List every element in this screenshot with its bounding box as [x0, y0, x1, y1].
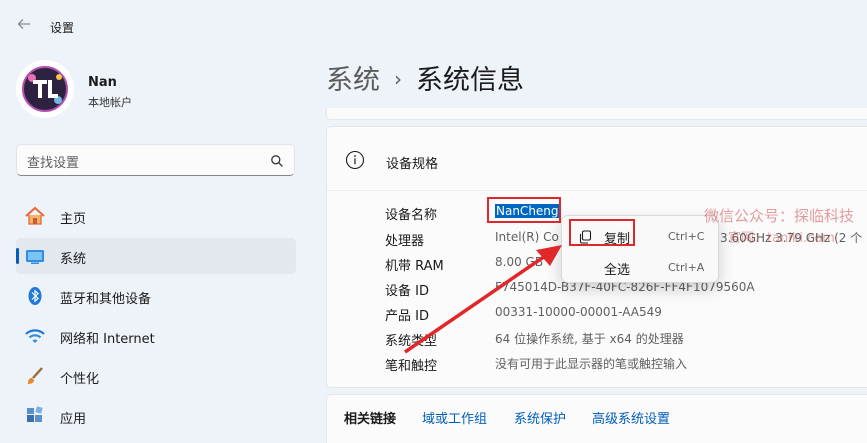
sidebar-nav: 主页 系统 蓝牙和其他设备 网络和 Internet 个性化 应用: [16, 198, 296, 438]
spec-row-system-type: 系统类型 64 位操作系统, 基于 x64 的处理器: [385, 330, 865, 354]
link-domain-workgroup[interactable]: 域或工作组: [422, 408, 487, 427]
page-title: 系统信息: [416, 65, 524, 96]
user-name: Nan: [88, 75, 117, 90]
spec-value-ram[interactable]: 8.00 GB: [495, 255, 543, 269]
home-icon: [24, 206, 46, 226]
context-menu-shortcut: Ctrl+C: [668, 230, 705, 243]
device-specs-title: 设备规格: [386, 157, 439, 172]
breadcrumb: 系统 › 系统信息: [326, 58, 524, 97]
avatar[interactable]: [16, 60, 74, 118]
search-icon[interactable]: [270, 153, 284, 167]
annotation-copy-box: [569, 219, 635, 246]
related-links-bar: 相关链接 域或工作组 系统保护 高级系统设置: [326, 394, 867, 443]
search-input[interactable]: 查找设置: [16, 144, 295, 176]
user-profile[interactable]: Nan 本地帐户: [16, 60, 276, 120]
spec-label: 产品 ID: [385, 309, 429, 324]
apps-icon: [24, 406, 46, 426]
annotation-highlight-box: [487, 197, 561, 223]
link-advanced-system-settings[interactable]: 高级系统设置: [592, 408, 670, 427]
sidebar-item-label: 网络和 Internet: [60, 332, 155, 347]
spec-label: 机带 RAM: [385, 259, 444, 274]
link-system-protection[interactable]: 系统保护: [514, 408, 566, 427]
title-bar: 设置: [0, 0, 867, 52]
spec-value-system-type[interactable]: 64 位操作系统, 基于 x64 的处理器: [495, 330, 684, 347]
sidebar-item-bluetooth[interactable]: 蓝牙和其他设备: [16, 278, 296, 314]
context-menu-label: 全选: [604, 263, 631, 278]
previous-card-edge: [326, 108, 867, 120]
breadcrumb-parent[interactable]: 系统: [326, 65, 380, 96]
spec-label: 设备 ID: [385, 284, 429, 299]
spec-value-product-id[interactable]: 00331-10000-00001-AA549: [495, 305, 662, 319]
device-specs-header[interactable]: 设备规格: [327, 127, 867, 191]
sidebar-item-personalization[interactable]: 个性化: [16, 358, 296, 394]
back-arrow-icon[interactable]: [10, 14, 38, 40]
app-title: 设置: [50, 21, 75, 35]
info-icon: [345, 150, 365, 170]
breadcrumb-separator: ›: [394, 67, 402, 91]
brush-icon: [24, 366, 46, 386]
sidebar-item-label: 应用: [60, 412, 87, 427]
spec-row-device-id: 设备 ID F745014D-B37F-40FC-826F-FF4F107956…: [385, 280, 865, 304]
spec-label: 系统类型: [385, 334, 438, 349]
sidebar-item-apps[interactable]: 应用: [16, 398, 296, 434]
spec-label: 笔和触控: [385, 359, 438, 374]
spec-value-processor[interactable]: Intel(R) Co: [495, 230, 559, 244]
watermark-text: 微信公众号：探临科技: [704, 207, 855, 225]
account-type: 本地帐户: [88, 96, 132, 109]
spec-label: 设备名称: [385, 208, 438, 223]
system-icon: [24, 246, 46, 266]
sidebar-item-home[interactable]: 主页: [16, 198, 296, 234]
related-links-label: 相关链接: [344, 412, 397, 427]
spec-value-pen-touch[interactable]: 没有可用于此显示器的笔或触控输入: [495, 355, 687, 372]
context-menu-shortcut: Ctrl+A: [668, 261, 705, 274]
spec-label: 处理器: [385, 234, 425, 249]
wifi-icon: [24, 326, 46, 346]
watermark-text-secondary: 官网：tanlki.com: [728, 231, 835, 246]
sidebar-item-label: 系统: [60, 252, 87, 267]
sidebar-item-system[interactable]: 系统: [16, 238, 296, 274]
context-menu-select-all[interactable]: 全选 Ctrl+A: [566, 252, 716, 282]
bluetooth-icon: [24, 286, 46, 306]
sidebar-item-label: 主页: [60, 212, 87, 227]
search-placeholder: 查找设置: [27, 156, 80, 171]
spec-row-product-id: 产品 ID 00331-10000-00001-AA549: [385, 305, 865, 329]
spec-row-pen-touch: 笔和触控 没有可用于此显示器的笔或触控输入: [385, 355, 865, 379]
sidebar-item-label: 蓝牙和其他设备: [60, 292, 152, 307]
sidebar-item-label: 个性化: [60, 372, 100, 387]
sidebar-item-network[interactable]: 网络和 Internet: [16, 318, 296, 354]
